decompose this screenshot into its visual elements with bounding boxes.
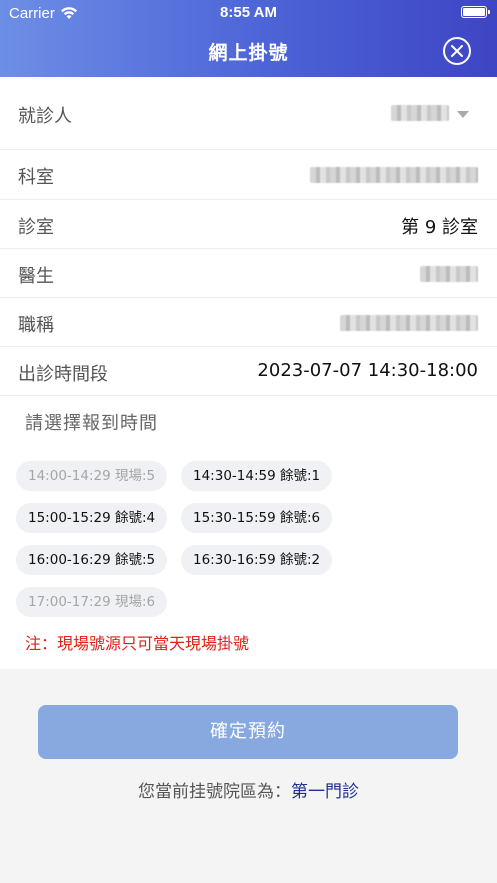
slot-section-title: 請選擇報到時間 bbox=[25, 413, 158, 434]
battery-icon bbox=[461, 6, 490, 18]
campus-name[interactable]: 第一門診 bbox=[291, 782, 359, 802]
department-label: 科室 bbox=[18, 167, 54, 188]
close-icon bbox=[451, 45, 463, 57]
session-row: 出診時間段 2023-07-07 14:30-18:00 bbox=[0, 347, 497, 396]
page-title: 網上掛號 bbox=[208, 42, 289, 64]
campus-info: 您當前挂號院區為：第一門診 bbox=[0, 777, 497, 802]
time-slot[interactable]: 15:00-15:29 餘號:4 bbox=[16, 503, 168, 533]
department-row: 科室 bbox=[0, 150, 497, 200]
doctor-label: 醫生 bbox=[18, 266, 54, 287]
patient-label: 就診人 bbox=[18, 106, 72, 127]
doctor-row: 醫生 bbox=[0, 249, 497, 298]
time-slot[interactable]: 15:30-15:59 餘號:6 bbox=[181, 503, 333, 533]
room-row: 診室 第 9 診室 bbox=[0, 200, 497, 249]
patient-value bbox=[391, 105, 449, 126]
time-slot[interactable]: 14:30-14:59 餘號:1 bbox=[181, 461, 333, 491]
close-button[interactable] bbox=[443, 37, 471, 65]
time-slot: 17:00-17:29 現場:6 bbox=[16, 587, 168, 617]
status-bar: Carrier 8:55 AM bbox=[0, 0, 497, 26]
time-slot[interactable]: 16:30-16:59 餘號:2 bbox=[181, 545, 333, 575]
doctor-value bbox=[420, 266, 478, 287]
campus-prefix: 您當前挂號院區為： bbox=[138, 782, 291, 802]
chevron-down-icon bbox=[457, 111, 469, 118]
registration-form: 就診人 科室 診室 第 9 診室 醫生 職稱 出診時間段 2023-07-07 … bbox=[0, 77, 497, 669]
confirm-booking-button[interactable]: 確定預約 bbox=[38, 705, 458, 759]
onsite-note: 注：現場號源只可當天現場掛號 bbox=[25, 634, 250, 653]
clock: 8:55 AM bbox=[220, 4, 277, 21]
room-value: 第 9 診室 bbox=[401, 217, 478, 238]
room-label: 診室 bbox=[18, 217, 54, 238]
time-slot[interactable]: 16:00-16:29 餘號:5 bbox=[16, 545, 168, 575]
app-header: Carrier 8:55 AM 網上掛號 bbox=[0, 0, 497, 77]
session-label: 出診時間段 bbox=[18, 364, 108, 385]
job-title-row: 職稱 bbox=[0, 298, 497, 347]
time-slot: 14:00-14:29 現場:5 bbox=[16, 461, 168, 491]
job-title-label: 職稱 bbox=[18, 315, 54, 336]
job-title-value bbox=[340, 315, 478, 336]
session-value: 2023-07-07 14:30-18:00 bbox=[257, 360, 478, 381]
department-value bbox=[310, 167, 478, 188]
patient-row[interactable]: 就診人 bbox=[0, 77, 497, 150]
